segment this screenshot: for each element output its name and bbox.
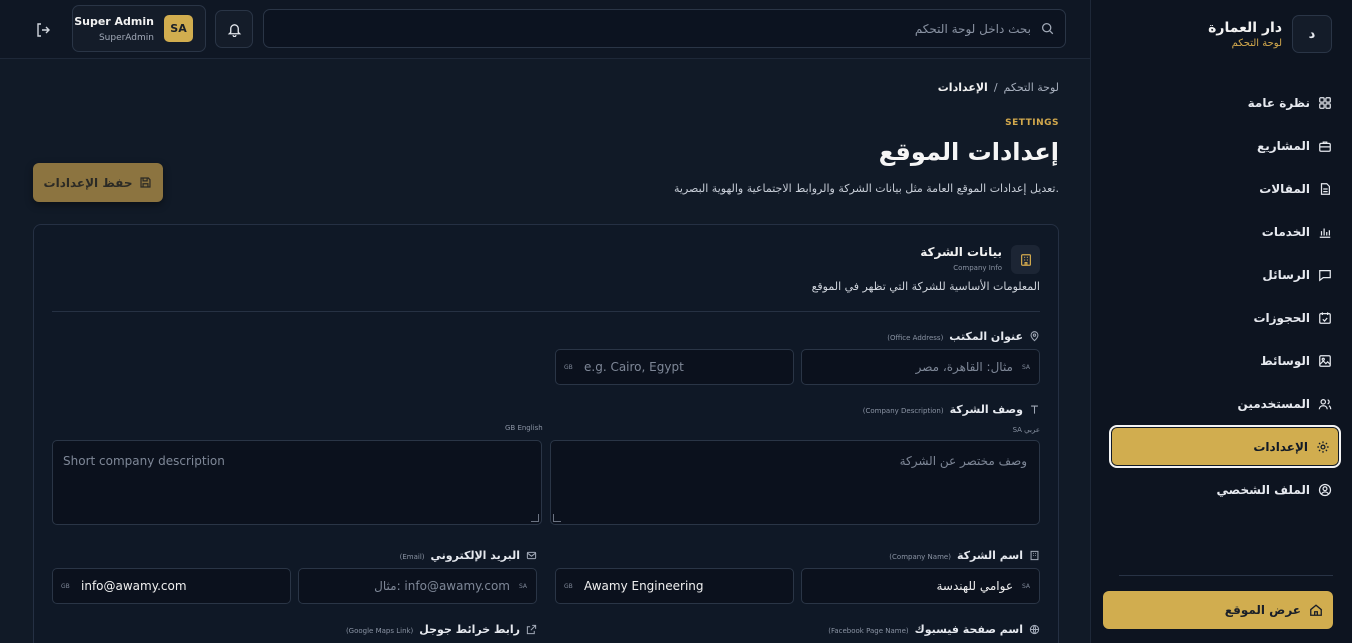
sidebar-item-label: الملف الشخصي [1216,482,1310,497]
sidebar-item-label: المقالات [1259,181,1310,196]
sidebar-item-messages[interactable]: الرسائل [1109,253,1341,296]
sidebar: د دار العمارة لوحة التحكم نظرة عامة المش… [1090,0,1352,643]
email-ar-input[interactable]: SA مثال: info@awamy.com [298,568,537,604]
sidebar-nav: نظرة عامة المشاريع المقالات الخدمات الرس… [1109,81,1341,511]
brand-subtitle: لوحة التحكم [1231,37,1282,49]
briefcase-icon [1319,140,1331,152]
sidebar-item-label: الخدمات [1261,224,1310,239]
text-icon [1031,405,1038,414]
external-link-icon [526,624,537,635]
notifications-button[interactable] [215,10,253,48]
email-label: البريد الإلكتروني (Email) [400,549,537,562]
bar-chart-icon [1319,228,1331,238]
english-caption: GB English [505,424,543,432]
save-settings-label: حفظ الإعدادات [43,175,133,190]
building-icon [1011,245,1040,274]
logout-icon[interactable] [35,22,51,38]
sidebar-item-projects[interactable]: المشاريع [1109,124,1341,167]
sidebar-item-label: نظرة عامة [1247,95,1310,110]
globe-icon [1029,624,1040,635]
sidebar-item-label: الرسائل [1262,267,1310,282]
office-address-label: عنوان المكتب (Office Address) [887,330,1040,343]
sidebar-item-bookings[interactable]: الحجوزات [1109,296,1341,339]
sidebar-item-profile[interactable]: الملف الشخصي [1109,468,1341,511]
office-address-ar-input[interactable]: SA مثال: القاهرة، مصر [801,349,1040,385]
breadcrumb: لوحة التحكم / الإعدادات [938,81,1059,94]
sidebar-item-articles[interactable]: المقالات [1109,167,1341,210]
arabic-caption: SA عربي [1012,426,1040,434]
save-icon [140,177,152,188]
document-icon [1320,182,1330,195]
user-role: SuperAdmin [98,33,154,43]
sidebar-item-label: المشاريع [1257,138,1310,153]
search-icon [1041,22,1054,35]
sidebar-item-label: الوسائط [1260,353,1310,368]
card-divider [52,311,1040,312]
page-title: إعدادات الموقع [878,138,1059,166]
search-input[interactable] [291,10,1031,47]
breadcrumb-separator: / [993,81,998,94]
sidebar-divider [1119,575,1333,576]
building-small-icon [1030,550,1039,561]
search-bar [263,9,1066,48]
home-icon [1310,604,1322,616]
bell-icon [227,23,241,37]
resize-handle-icon[interactable] [553,514,561,522]
sidebar-item-label: الإعدادات [1253,439,1308,454]
google-maps-label: رابط خرائط جوجل (Google Maps Link) [346,623,537,636]
brand[interactable]: د دار العمارة لوحة التحكم [1208,15,1332,53]
mail-icon [526,551,537,560]
sidebar-item-label: الحجوزات [1253,310,1310,325]
card-title: بيانات الشركة [920,245,1002,259]
brand-logo: د [1292,15,1332,53]
grid-icon [1319,96,1331,109]
image-icon [1319,354,1331,367]
breadcrumb-current: الإعدادات [937,81,988,94]
brand-name: دار العمارة [1208,19,1282,36]
message-icon [1319,269,1331,281]
company-description-label: وصف الشركة (Company Description) [863,403,1040,416]
topbar: Super Admin SuperAdmin SA [0,0,1090,59]
map-pin-icon [1030,331,1039,342]
sidebar-item-services[interactable]: الخدمات [1109,210,1341,253]
company-info-card: بيانات الشركة Company Info المعلومات الأ… [33,224,1059,643]
company-name-en-input[interactable]: GB Awamy Engineering [555,568,794,604]
view-site-label: عرض الموقع [1224,603,1301,617]
user-circle-icon [1318,483,1332,496]
gear-icon [1317,440,1329,453]
calendar-check-icon [1319,311,1331,324]
email-en-input[interactable]: GB info@awamy.com [52,568,291,604]
users-icon [1318,398,1332,409]
company-name-label: اسم الشركة (Company Name) [889,549,1040,562]
office-address-en-input[interactable]: GB e.g. Cairo, Egypt [555,349,794,385]
card-description: المعلومات الأساسية للشركة التي تظهر في ا… [811,280,1040,293]
view-site-button[interactable]: عرض الموقع [1103,591,1333,629]
page-description: تعديل إعدادات الموقع العامة مثل بيانات ا… [674,182,1059,195]
card-subtitle: Company Info [953,264,1002,272]
company-description-ar-textarea[interactable]: وصف مختصر عن الشركة [550,440,1040,525]
user-menu[interactable]: Super Admin SuperAdmin SA [72,5,206,52]
save-settings-button[interactable]: حفظ الإعدادات [33,163,163,202]
avatar: SA [164,15,193,42]
company-name-ar-input[interactable]: SA عوامي للهندسة [801,568,1040,604]
facebook-label: اسم صفحة فيسبوك (Facebook Page Name) [828,623,1040,636]
resize-handle-icon[interactable] [531,514,539,522]
company-description-en-textarea[interactable]: Short company description [52,440,542,525]
sidebar-item-label: المستخدمين [1237,396,1310,411]
breadcrumb-root[interactable]: لوحة التحكم [1004,81,1059,94]
sidebar-item-overview[interactable]: نظرة عامة [1109,81,1341,124]
sidebar-item-settings[interactable]: الإعدادات [1109,425,1341,468]
sidebar-item-users[interactable]: المستخدمين [1109,382,1341,425]
sidebar-item-media[interactable]: الوسائط [1109,339,1341,382]
page-eyebrow: SETTINGS [1005,118,1059,128]
user-name: Super Admin [74,15,154,28]
